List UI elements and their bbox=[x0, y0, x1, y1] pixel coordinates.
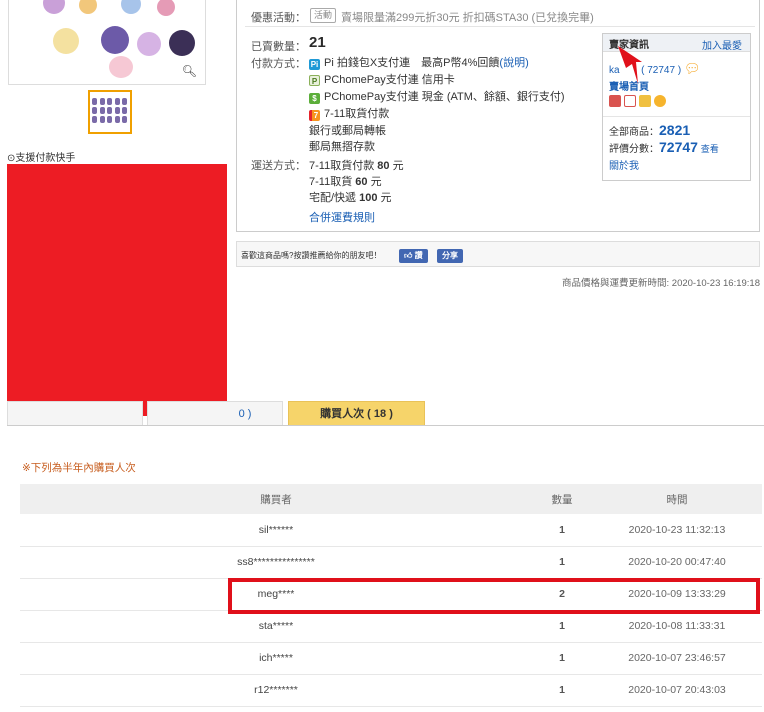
buyer-cell: r12******* bbox=[20, 674, 532, 707]
seven-eleven-icon: 7 bbox=[309, 110, 320, 121]
table-row: meg**** 2 2020-10-09 13:33:29 bbox=[20, 578, 762, 611]
time-cell: 2020-10-07 20:43:03 bbox=[592, 674, 762, 707]
tab-item-2[interactable]: 0 ) bbox=[147, 401, 283, 426]
product-figure bbox=[101, 26, 129, 54]
column-header-qty: 數量 bbox=[532, 484, 592, 514]
qty-cell: 1 bbox=[532, 642, 592, 675]
table-row: ss8*************** 1 2020-10-20 00:47:40 bbox=[20, 546, 762, 579]
buyer-cell: ich***** bbox=[20, 642, 532, 675]
facebook-like-button[interactable]: 👍︎ 讚 bbox=[399, 249, 428, 263]
payment-info-link[interactable]: (說明) bbox=[499, 57, 528, 69]
pchomepay-cash-icon: $ bbox=[309, 93, 320, 104]
update-time: 商品價格與運費更新時間: 2020-10-23 16:19:18 bbox=[562, 278, 760, 289]
time-cell: 2020-10-09 13:33:29 bbox=[592, 578, 762, 611]
payment-item: Pi Pi 拍錢包X支付連 最高P幣4%回饋(說明) bbox=[309, 57, 529, 70]
payment-item: $ PChomePay支付連 現金 (ATM、餘額、銀行支付) bbox=[309, 88, 565, 104]
verified-badge-icon bbox=[609, 95, 621, 107]
all-items-count[interactable]: 2821 bbox=[659, 122, 690, 138]
all-items-row: 全部商品：2821 bbox=[609, 122, 691, 138]
product-figure bbox=[53, 28, 79, 54]
qty-cell: 1 bbox=[532, 674, 592, 707]
payment-item: 郵局無摺存款 bbox=[309, 141, 375, 153]
column-header-buyer: 購買者 bbox=[20, 484, 532, 514]
add-favorite-link[interactable]: 加入最愛 bbox=[702, 37, 742, 52]
table-row: sil****** 1 2020-10-23 11:32:13 bbox=[20, 514, 762, 547]
buyer-cell: ss8*************** bbox=[20, 546, 532, 579]
promo-text: 賣場限量滿299元折30元 折扣碼STA30 (已兌換完畢) bbox=[341, 12, 594, 24]
tab-purchase-count[interactable]: 購買人次 ( 18 ) bbox=[288, 401, 425, 426]
tabs-divider bbox=[7, 425, 764, 426]
share-text: 喜歡這商品嗎?按讚推薦給你的朋友吧！ bbox=[241, 251, 382, 260]
buyer-cell: sta***** bbox=[20, 610, 532, 643]
rating-row: 評價分數：72747 查看 bbox=[609, 139, 719, 155]
chat-icon[interactable]: 💬︎ bbox=[684, 61, 701, 76]
purchase-note: ※下列為半年內購買人次 bbox=[22, 462, 136, 474]
table-header-row: 購買者 數量 時間 bbox=[20, 484, 762, 514]
product-figure bbox=[43, 0, 65, 14]
product-figure bbox=[137, 32, 161, 56]
qty-cell: 1 bbox=[532, 546, 592, 579]
divider bbox=[245, 26, 755, 27]
column-header-time: 時間 bbox=[592, 484, 762, 514]
payment-item: P PChomePay支付連 信用卡 bbox=[309, 71, 455, 87]
rating-view-link[interactable]: 查看 bbox=[701, 144, 719, 154]
buyer-cell: meg**** bbox=[20, 578, 532, 611]
product-figure bbox=[169, 30, 195, 56]
shield-icon bbox=[654, 95, 666, 107]
tab-item-1[interactable] bbox=[7, 401, 143, 426]
support-payment-link[interactable]: ⊙支援付款快手 bbox=[7, 149, 75, 164]
payment-label: 付款方式： bbox=[251, 58, 306, 70]
table-row: ich***** 1 2020-10-07 23:46:57 bbox=[20, 642, 762, 675]
pi-icon: Pi bbox=[309, 59, 320, 70]
shipping-rule-link[interactable]: 合併運費規則 bbox=[309, 209, 375, 225]
promo-label: 優惠活動： bbox=[251, 12, 306, 24]
pchomepay-icon: P bbox=[309, 75, 320, 86]
redacted-area bbox=[7, 164, 227, 416]
qty-cell: 1 bbox=[532, 610, 592, 643]
product-figure bbox=[79, 0, 97, 14]
payment-item: 銀行或郵局轉帳 bbox=[309, 125, 386, 137]
product-figure bbox=[109, 56, 133, 78]
promo-tag: 活動 bbox=[310, 8, 337, 23]
product-main-image[interactable]: 🔍︎ bbox=[8, 0, 206, 85]
seller-badges bbox=[609, 95, 669, 107]
time-cell: 2020-10-23 11:32:13 bbox=[592, 514, 762, 547]
time-cell: 2020-10-07 23:46:57 bbox=[592, 642, 762, 675]
share-bar: 喜歡這商品嗎?按讚推薦給你的朋友吧！ 👍︎ 讚 分享 bbox=[236, 241, 760, 267]
product-figure bbox=[157, 0, 175, 16]
buyer-cell: sil****** bbox=[20, 514, 532, 547]
shipping-item: 7-11取貨 60 元 bbox=[309, 176, 382, 188]
product-figure bbox=[121, 0, 141, 14]
check-badge-icon bbox=[624, 95, 636, 107]
time-cell: 2020-10-20 00:47:40 bbox=[592, 546, 762, 579]
shipping-label: 運送方式： bbox=[251, 160, 306, 172]
rating-score[interactable]: 72747 bbox=[659, 139, 698, 155]
product-thumbnail[interactable] bbox=[88, 90, 132, 134]
purchase-table: 購買者 數量 時間 sil****** 1 2020-10-23 11:32:1… bbox=[20, 484, 762, 707]
table-row: sta***** 1 2020-10-08 11:33:31 bbox=[20, 610, 762, 643]
red-arrow-annotation bbox=[618, 46, 642, 84]
zoom-icon[interactable]: 🔍︎ bbox=[182, 64, 197, 78]
shipping-item: 宅配/快遞 100 元 bbox=[309, 192, 392, 204]
time-cell: 2020-10-08 11:33:31 bbox=[592, 610, 762, 643]
qty-cell: 1 bbox=[532, 514, 592, 547]
facebook-share-button[interactable]: 分享 bbox=[437, 249, 463, 263]
table-row: r12******* 1 2020-10-07 20:43:03 bbox=[20, 674, 762, 707]
about-me-link[interactable]: 關於我 bbox=[609, 157, 639, 172]
shipping-item: 7-11取貨付款 80 元 bbox=[309, 160, 404, 172]
sold-label: 已賣數量： bbox=[251, 41, 306, 53]
sold-count: 21 bbox=[309, 34, 326, 51]
qty-cell: 2 bbox=[532, 578, 592, 611]
payment-item: 7 7-11取貨付款 bbox=[309, 105, 389, 121]
lock-icon bbox=[639, 95, 651, 107]
